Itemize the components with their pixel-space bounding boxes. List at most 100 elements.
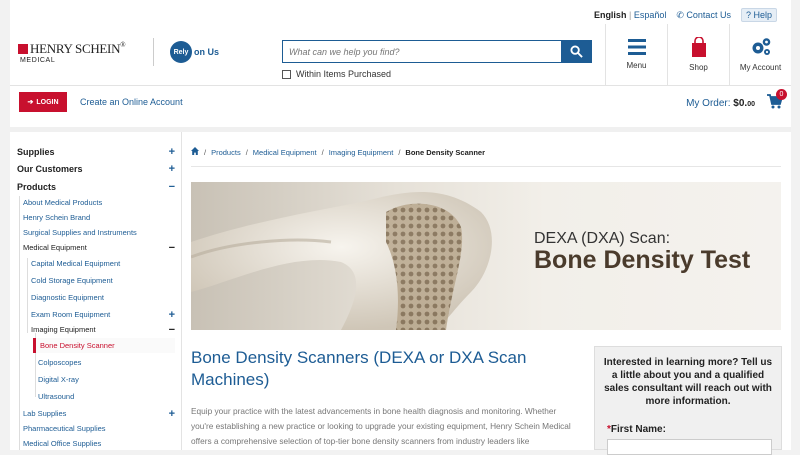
login-icon: ➔: [27, 99, 34, 106]
gears-icon: [752, 38, 770, 55]
shop-button[interactable]: Shop: [667, 24, 729, 85]
sidebar-item-our-customers[interactable]: Our Customers +: [17, 161, 175, 176]
home-icon[interactable]: [191, 147, 199, 157]
rely-circle: Rely: [170, 41, 192, 63]
lang-separator: |: [628, 10, 632, 20]
plus-icon[interactable]: +: [169, 408, 175, 420]
language-switch: English | Español: [594, 10, 666, 20]
search-icon: [569, 45, 583, 58]
minus-icon[interactable]: −: [169, 242, 175, 254]
logo-mark-icon: [18, 44, 28, 54]
tree-line: [27, 258, 28, 333]
banner-title-line2: Bone Density Test: [534, 246, 751, 274]
sidebar-item-diagnostic-equipment[interactable]: Diagnostic Equipment: [31, 290, 175, 305]
shopping-bag-icon: [691, 37, 706, 57]
my-account-button[interactable]: My Account: [729, 24, 791, 85]
login-button[interactable]: ➔ LOGIN: [19, 92, 67, 112]
sidebar-item-imaging-equipment[interactable]: Imaging Equipment −: [31, 322, 175, 337]
shop-label: Shop: [689, 63, 708, 72]
sidebar-item-label: Imaging Equipment: [31, 325, 96, 334]
question-icon: ?: [745, 10, 751, 20]
sidebar-item-lab-supplies[interactable]: Lab Supplies +: [23, 406, 175, 421]
menu-label: Menu: [626, 61, 647, 70]
lang-spanish[interactable]: Español: [634, 10, 667, 20]
create-account-link[interactable]: Create an Online Account: [80, 97, 183, 107]
sidebar-item-label: Medical Equipment: [23, 243, 87, 252]
order-cents: 00: [747, 101, 755, 108]
sidebar-item-exam-room-equipment[interactable]: Exam Room Equipment +: [31, 307, 175, 322]
sidebar-item-label: Capital Medical Equipment: [31, 259, 121, 268]
sidebar-item-label: Bone Density Scanner: [40, 341, 115, 350]
sidebar-item-label: Medical Office Supplies: [23, 439, 102, 448]
sidebar-item-capital-medical-equipment[interactable]: Capital Medical Equipment: [31, 256, 175, 271]
form-title: Interested in learning more? Tell us a l…: [603, 357, 773, 407]
within-checkbox[interactable]: [282, 69, 291, 79]
breadcrumb-divider: [191, 166, 781, 167]
first-name-label-text: First Name:: [610, 424, 666, 435]
sidebar-item-medical-office-supplies[interactable]: Medical Office Supplies: [23, 436, 175, 451]
page-title: Bone Density Scanners (DEXA or DXA Scan …: [191, 348, 527, 389]
breadcrumb-link[interactable]: Medical Equipment: [253, 148, 317, 157]
plus-icon[interactable]: +: [169, 163, 175, 175]
minus-icon[interactable]: −: [169, 181, 175, 193]
intro-paragraph: Equip your practice with the latest adva…: [191, 406, 571, 446]
sidebar-item-label: Cold Storage Equipment: [31, 276, 113, 285]
plus-icon[interactable]: +: [169, 309, 175, 321]
contact-label: Contact Us: [686, 9, 731, 20]
sidebar-item-about-medical-products[interactable]: About Medical Products: [23, 195, 175, 210]
search-input[interactable]: [283, 41, 561, 62]
sidebar-item-henry-schein-brand[interactable]: Henry Schein Brand: [23, 210, 175, 225]
sidebar-item-surgical-supplies[interactable]: Surgical Supplies and Instruments: [23, 225, 175, 240]
page: English | Español ✆ Contact Us ? Help HE…: [10, 0, 791, 455]
sidebar-item-digital-x-ray[interactable]: Digital X-ray: [38, 372, 175, 387]
within-label: Within Items Purchased: [296, 69, 392, 79]
header-tools: Menu Shop My Account: [605, 24, 791, 85]
sidebar-item-medical-equipment[interactable]: Medical Equipment −: [23, 240, 175, 255]
sidebar-item-products[interactable]: Products −: [17, 179, 175, 194]
sidebar-item-cold-storage-equipment[interactable]: Cold Storage Equipment: [31, 273, 175, 288]
help-button[interactable]: ? Help: [740, 8, 777, 22]
sidebar-item-pharmaceutical-supplies[interactable]: Pharmaceutical Supplies: [23, 421, 175, 436]
lead-form: Interested in learning more? Tell us a l…: [594, 346, 782, 455]
logo-main: HENRY SCHEIN®: [18, 41, 126, 57]
breadcrumb-link[interactable]: Imaging Equipment: [329, 148, 394, 157]
contact-link[interactable]: ✆ Contact Us: [676, 10, 731, 21]
tree-line: [19, 196, 20, 450]
order-amount: $0.: [733, 98, 748, 109]
sidebar-item-label: Lab Supplies: [23, 409, 67, 418]
plus-icon[interactable]: +: [169, 146, 175, 158]
minus-icon[interactable]: −: [169, 324, 175, 336]
sidebar-item-ultrasound[interactable]: Ultrasound: [38, 389, 175, 404]
sidebar-item-label: Digital X-ray: [38, 375, 79, 384]
sidebar-item-label: Exam Room Equipment: [31, 310, 111, 319]
breadcrumb-link[interactable]: Products: [211, 148, 241, 157]
sidebar-item-supplies[interactable]: Supplies +: [17, 144, 175, 159]
within-items-purchased[interactable]: Within Items Purchased: [282, 69, 391, 79]
first-name-field[interactable]: [607, 439, 772, 455]
help-label: Help: [753, 10, 772, 20]
logo-text: HENRY SCHEIN: [30, 41, 121, 56]
menu-button[interactable]: Menu: [605, 24, 667, 85]
sidebar-item-label: Our Customers: [17, 163, 83, 174]
rely-on-us-logo: Rely on Us: [153, 38, 219, 66]
sidebar-item-label: Pharmaceutical Supplies: [23, 424, 106, 433]
lang-english[interactable]: English: [594, 10, 627, 20]
breadcrumb-current: Bone Density Scanner: [405, 147, 486, 157]
site-header: HENRY SCHEIN® MEDICAL Rely on Us Within …: [10, 24, 791, 86]
henry-schein-logo[interactable]: HENRY SCHEIN® MEDICAL: [18, 41, 126, 64]
sidebar-item-label: Colposcopes: [38, 358, 82, 367]
sidebar-item-label: Products: [17, 181, 57, 192]
search-bar: [282, 40, 592, 63]
search-button[interactable]: [561, 41, 591, 62]
first-name-label: *First Name:: [607, 424, 666, 435]
phone-icon: ✆: [676, 9, 684, 20]
logo-sub: MEDICAL: [20, 57, 56, 64]
sub-bar: ➔ LOGIN Create an Online Account My Orde…: [10, 87, 791, 121]
sidebar-item-bone-density-scanner[interactable]: Bone Density Scanner: [33, 338, 175, 353]
login-label: LOGIN: [36, 98, 59, 106]
sidebar-item-colposcopes[interactable]: Colposcopes: [38, 355, 175, 370]
bone-illustration: [191, 192, 492, 330]
logo-reg: ®: [120, 41, 126, 49]
sidebar-item-label: Diagnostic Equipment: [31, 293, 104, 302]
my-order[interactable]: My Order: $0.00: [686, 98, 755, 109]
